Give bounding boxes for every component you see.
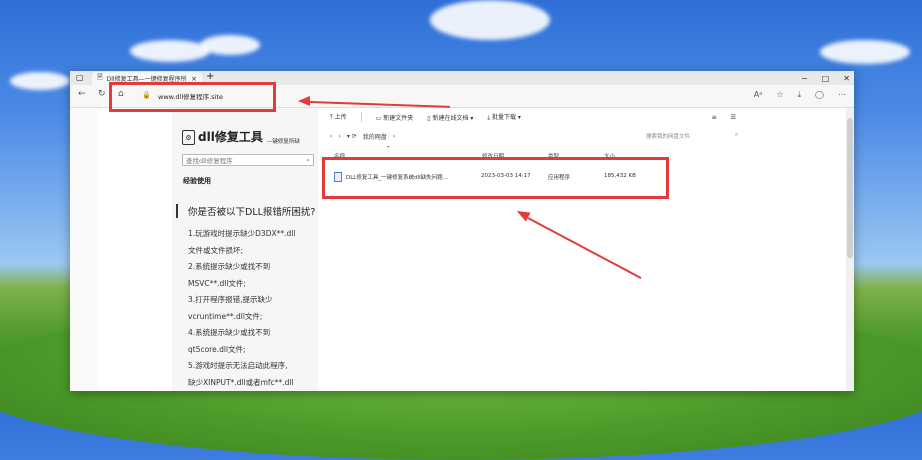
issue-line: 缺少XINPUT*.dll或者mfc**.dll — [188, 377, 294, 387]
refresh-icon[interactable]: ↻ — [98, 89, 106, 99]
folder-icon: ▭ — [375, 114, 382, 122]
issue-line: vcruntime**.dll文件; — [188, 311, 263, 321]
batch-download-button[interactable]: ⤓ 批量下载 ▾ — [487, 112, 521, 122]
new-folder-button[interactable]: ▭ 新建文件夹 — [376, 113, 414, 122]
browser-window: ▢ 🗎 Dll修复工具—一键修复程序所缺C × + − □ ✕ ← ↻ ⌂ 🔒 … — [70, 71, 854, 391]
more-icon[interactable]: ⋯ — [838, 90, 846, 100]
file-highlight-box — [322, 157, 669, 199]
cloud — [130, 40, 210, 62]
search-icon[interactable]: ⌕ — [735, 132, 738, 140]
read-aloud-icon[interactable]: Aᵃ — [754, 90, 763, 100]
download-icon[interactable]: ⤓ — [798, 90, 802, 100]
browser-toolbar: Aᵃ ☆ ⤓ ◯ ⋯ — [754, 90, 846, 100]
favorites-icon[interactable]: ☆ — [776, 90, 783, 100]
site-search-input[interactable]: 查找dll修复程序 ⌕ — [182, 154, 314, 166]
file-toolbar: ⤒ 上传 ▭ 新建文件夹 ▯ 新建在线文档 ▾ ⤓ 批量下载 ▾ ≡ ☰ — [330, 111, 744, 123]
new-folder-label: 新建文件夹 — [383, 114, 414, 122]
maximize-button[interactable]: □ — [822, 74, 830, 83]
path-root[interactable]: 我的网盘 — [363, 132, 387, 141]
issue-line: 5.游戏时提示无法启动此程序, — [188, 361, 288, 370]
new-doc-label: 新建在线文档 — [432, 114, 469, 122]
divider — [360, 112, 362, 122]
new-tab-icon[interactable]: + — [206, 71, 214, 82]
cloud — [200, 35, 260, 55]
drive-search-input[interactable]: 搜索我的网盘文件 ⌕ — [646, 132, 738, 140]
brand: ⚙ dll修复工具 —键修复所缺 — [182, 128, 300, 145]
issue-line: 文件或文件损坏; — [188, 245, 244, 255]
url-highlight-box — [109, 82, 276, 112]
forward-nav-icon[interactable]: › — [338, 133, 340, 140]
brand-subtitle: —键修复所缺 — [266, 139, 300, 145]
issue-line: 1.玩游戏时提示缺少D3DX**.dll — [188, 229, 296, 238]
issue-line: 3.打开程序报错,提示缺少 — [188, 295, 273, 304]
issue-line: 2.系统提示缺少或找不到 — [188, 262, 271, 271]
upload-icon: ⤒ — [330, 114, 333, 121]
chevron-right-icon: › — [392, 132, 396, 140]
tab-actions-icon[interactable]: ▢ — [76, 73, 84, 82]
page-scrollbar[interactable] — [846, 108, 854, 391]
minimize-button[interactable]: − — [801, 74, 808, 83]
scrollbar-thumb[interactable] — [847, 118, 853, 258]
document-icon: ▯ — [427, 114, 431, 122]
batch-download-label: 批量下载 — [491, 114, 516, 121]
cloud — [10, 72, 70, 90]
menu-icon[interactable]: ☰ — [731, 114, 736, 121]
close-window-button[interactable]: ✕ — [843, 74, 850, 83]
path-bar: ‹ › ▾ ⟳ 我的网盘 › 搜索我的网盘文件 ⌕ — [330, 130, 738, 142]
brand-name: dll修复工具 — [198, 130, 263, 144]
arrow-to-url-head — [298, 96, 310, 106]
page-favicon-icon: 🗎 — [97, 73, 103, 81]
left-margin — [70, 108, 98, 391]
search-icon[interactable]: ⌕ — [306, 156, 310, 165]
cloud — [820, 40, 910, 64]
file-manager: ⤒ 上传 ▭ 新建文件夹 ▯ 新建在线文档 ▾ ⤓ 批量下载 ▾ ≡ ☰ ‹ ›… — [326, 108, 744, 391]
list-view-icon[interactable]: ≡ — [712, 114, 717, 121]
site-panel: ⚙ dll修复工具 —键修复所缺 查找dll修复程序 ⌕ 经验使用 你是否被以下… — [172, 108, 318, 391]
question-heading: 你是否被以下DLL报错所困扰? — [176, 204, 315, 218]
upload-label: 上传 — [334, 114, 347, 121]
issue-list: 1.玩游戏时提示缺少D3DX**.dll 文件或文件损坏; 2.系统提示缺少或找… — [188, 226, 295, 391]
experience-link[interactable]: 经验使用 — [183, 176, 211, 186]
profile-icon[interactable]: ◯ — [815, 90, 824, 100]
brand-logo-icon: ⚙ — [182, 130, 195, 145]
issue-line: qt5core.dll文件; — [188, 344, 246, 354]
issue-line: MSVC**.dll文件; — [188, 278, 246, 288]
window-controls: − □ ✕ — [801, 71, 850, 85]
history-dropdown-icon[interactable]: ▾ ⟳ — [347, 133, 357, 140]
issue-line: 4.系统提示缺少或找不到 — [188, 328, 271, 337]
back-nav-icon[interactable]: ‹ — [330, 133, 332, 140]
download-icon: ⤓ — [487, 114, 491, 121]
new-doc-button[interactable]: ▯ 新建在线文档 ▾ — [427, 113, 473, 122]
sort-up-icon: ^ — [386, 146, 391, 152]
drive-search-placeholder: 搜索我的网盘文件 — [646, 134, 691, 140]
cloud — [430, 0, 550, 40]
page-content: ⚙ dll修复工具 —键修复所缺 查找dll修复程序 ⌕ 经验使用 你是否被以下… — [70, 108, 854, 391]
upload-button[interactable]: ⤒ 上传 — [330, 112, 347, 122]
site-search-placeholder: 查找dll修复程序 — [186, 157, 233, 165]
back-icon[interactable]: ← — [78, 89, 86, 99]
